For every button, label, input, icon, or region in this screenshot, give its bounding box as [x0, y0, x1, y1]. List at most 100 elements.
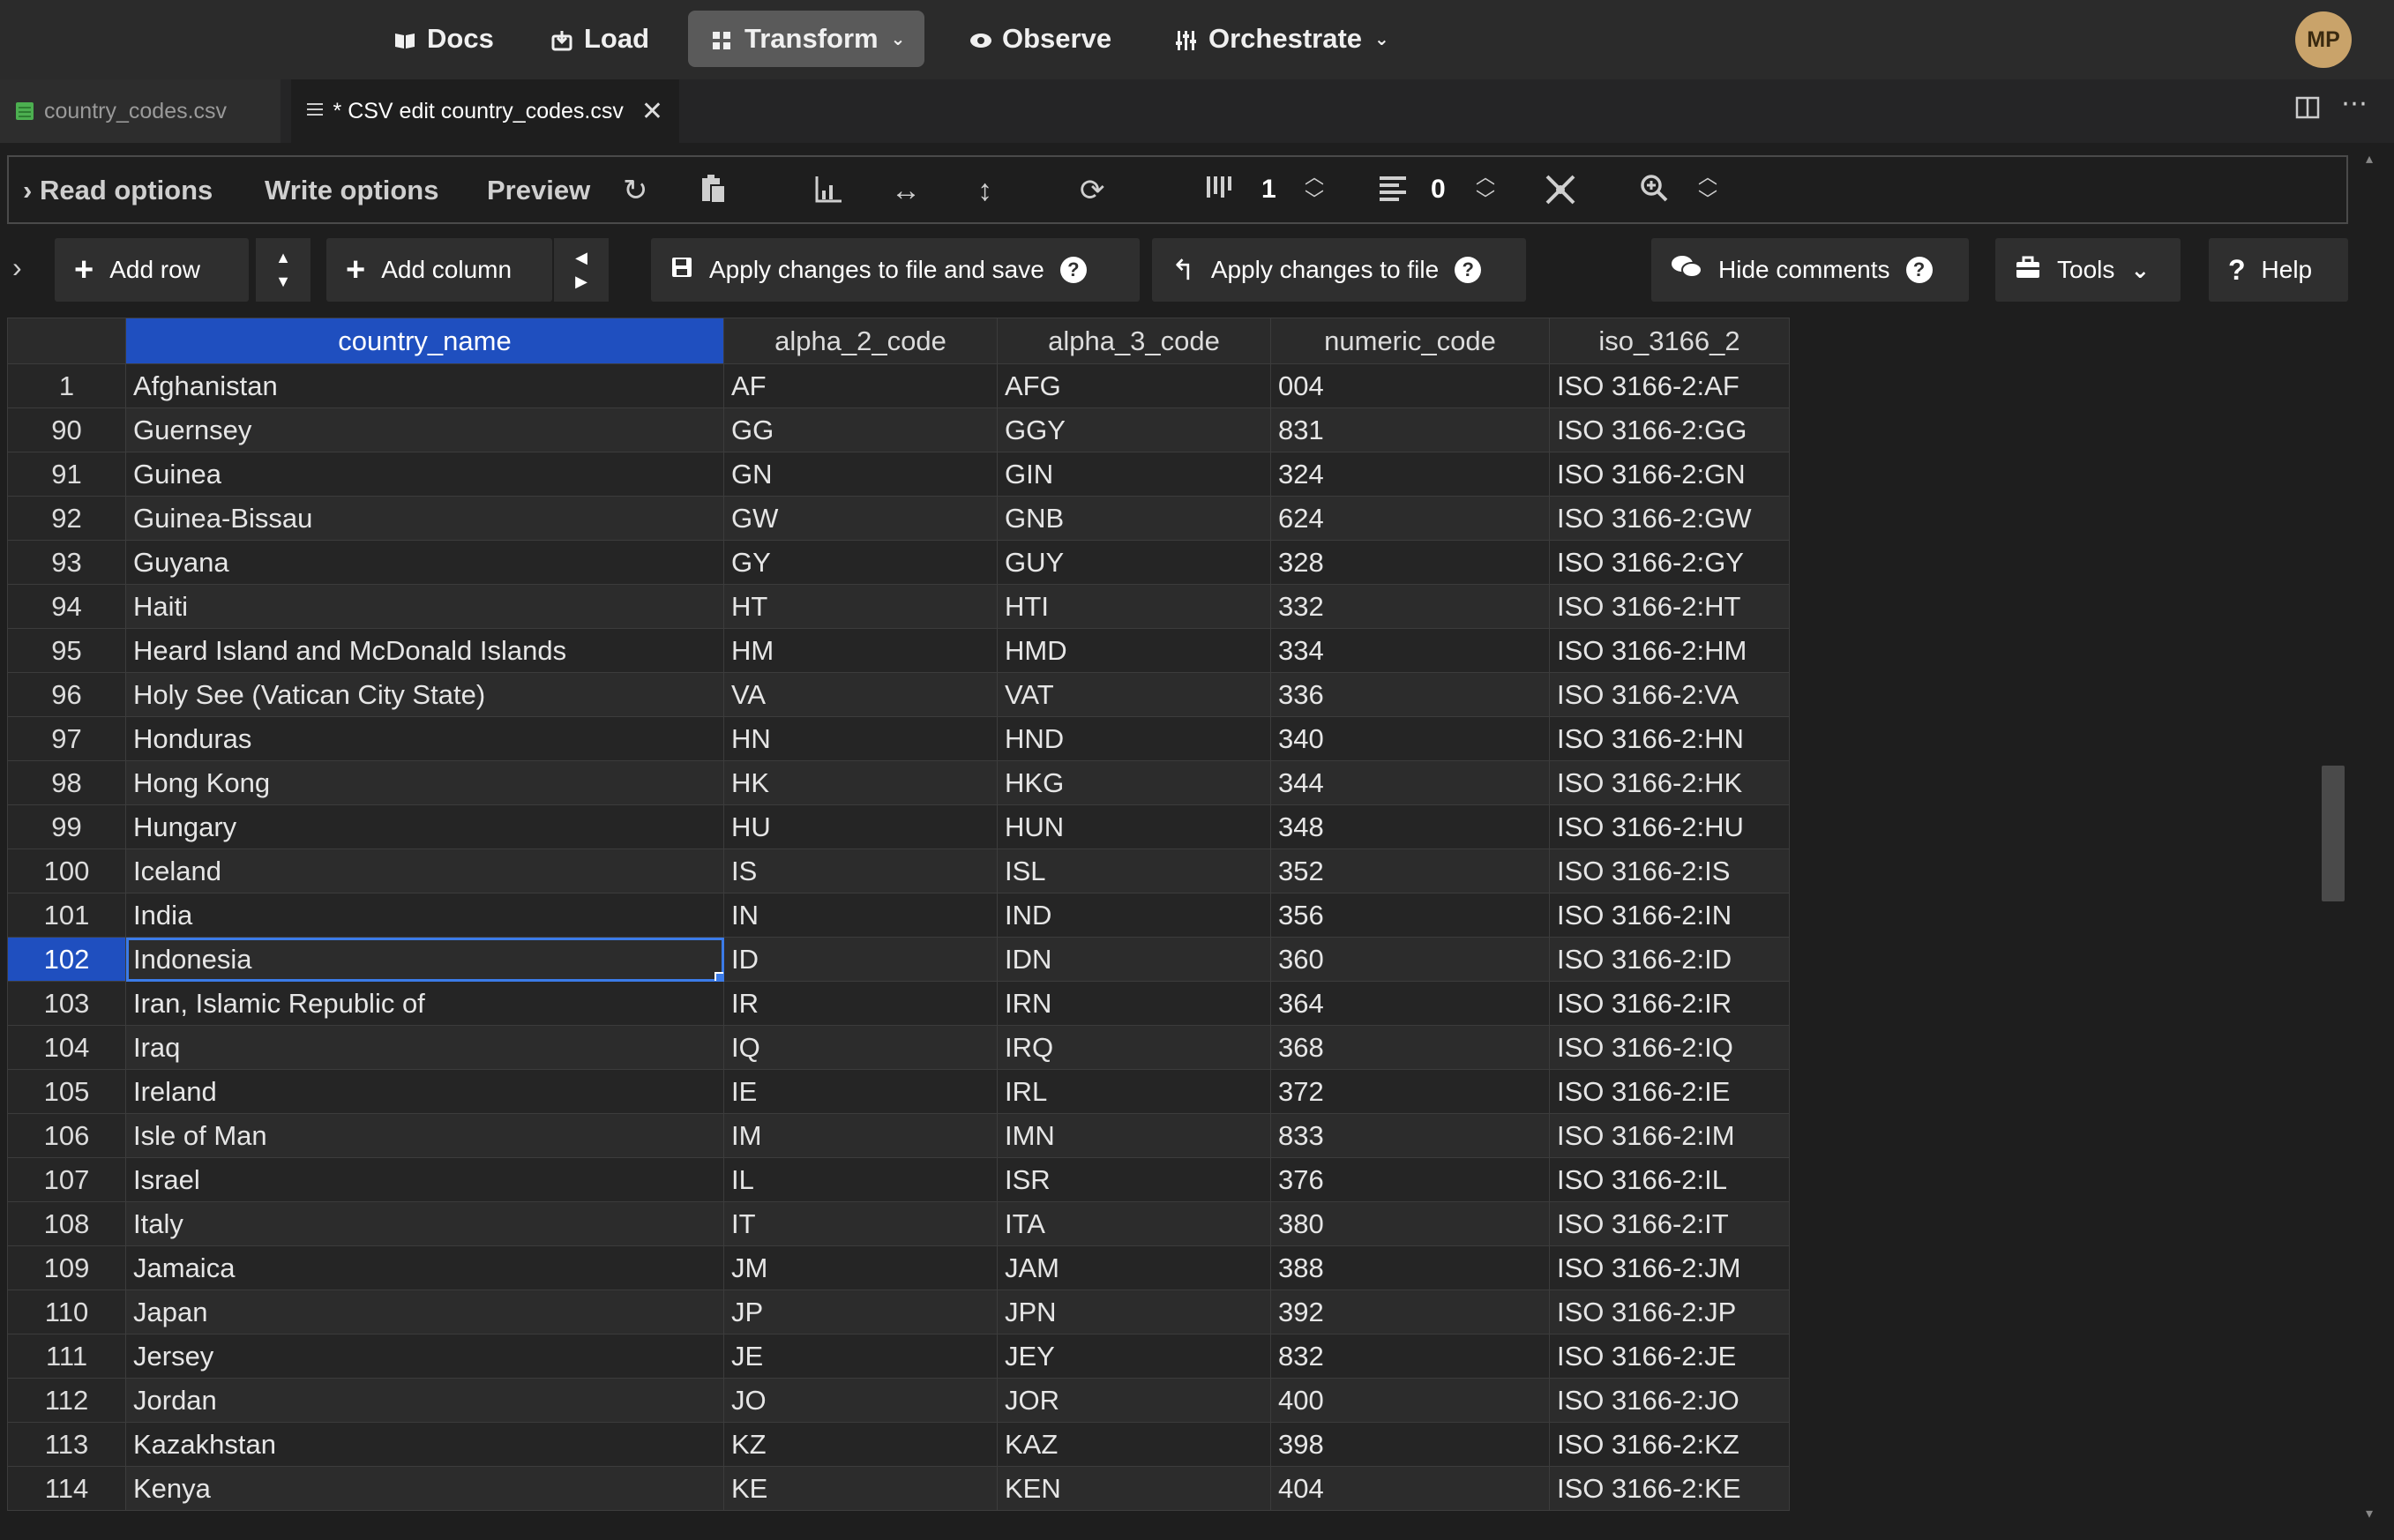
cell-iso-3166-2[interactable]: ISO 3166-2:IT [1549, 1201, 1790, 1246]
nav-transform[interactable]: Transform ⌄ [688, 11, 924, 67]
row-number[interactable]: 96 [7, 672, 126, 717]
row-number[interactable]: 92 [7, 496, 126, 541]
cell-country-name[interactable]: Kazakhstan [125, 1422, 724, 1467]
cell-alpha-3-code[interactable]: JOR [997, 1378, 1271, 1423]
column-header-alpha-2-code[interactable]: alpha_2_code [723, 318, 998, 364]
add-row-button[interactable]: + Add row [55, 238, 249, 302]
cell-alpha-2-code[interactable]: HM [723, 628, 998, 673]
cell-iso-3166-2[interactable]: ISO 3166-2:IE [1549, 1069, 1790, 1114]
cell-country-name[interactable]: Isle of Man [125, 1113, 724, 1158]
table-row[interactable]: 112 Jordan JO JOR 400 ISO 3166-2:JO [7, 1378, 1790, 1423]
cell-country-name[interactable]: Hong Kong [125, 760, 724, 805]
column-header-iso-3166-2[interactable]: iso_3166_2 [1549, 318, 1790, 364]
cell-iso-3166-2[interactable]: ISO 3166-2:GG [1549, 407, 1790, 452]
row-number[interactable]: 110 [7, 1290, 126, 1334]
column-header-alpha-3-code[interactable]: alpha_3_code [997, 318, 1271, 364]
table-row[interactable]: 99 Hungary HU HUN 348 ISO 3166-2:HU [7, 804, 1790, 849]
cell-iso-3166-2[interactable]: ISO 3166-2:JO [1549, 1378, 1790, 1423]
row-number[interactable]: 95 [7, 628, 126, 673]
cell-alpha-2-code[interactable]: HN [723, 716, 998, 761]
cell-country-name[interactable]: Jamaica [125, 1245, 724, 1290]
close-icon[interactable]: ✕ [641, 96, 663, 127]
cell-alpha-2-code[interactable]: AF [723, 363, 998, 408]
row-number[interactable]: 109 [7, 1245, 126, 1290]
table-row[interactable]: 106 Isle of Man IM IMN 833 ISO 3166-2:IM [7, 1113, 1790, 1158]
cell-country-name[interactable]: Guinea-Bissau [125, 496, 724, 541]
cell-iso-3166-2[interactable]: ISO 3166-2:IR [1549, 981, 1790, 1026]
row-number[interactable]: 98 [7, 760, 126, 805]
editor-scrollbar[interactable]: ▴ ▾ [2366, 150, 2382, 1526]
cell-iso-3166-2[interactable]: ISO 3166-2:HN [1549, 716, 1790, 761]
cell-country-name[interactable]: Kenya [125, 1466, 724, 1511]
help-circle-icon[interactable]: ? [1905, 257, 1933, 283]
table-row[interactable]: 91 Guinea GN GIN 324 ISO 3166-2:GN [7, 452, 1790, 497]
row-number[interactable]: 112 [7, 1378, 126, 1423]
clipboard-icon[interactable] [699, 173, 727, 213]
cell-numeric-code[interactable]: 372 [1270, 1069, 1550, 1114]
table-row[interactable]: 109 Jamaica JM JAM 388 ISO 3166-2:JM [7, 1245, 1790, 1290]
cell-numeric-code[interactable]: 340 [1270, 716, 1550, 761]
cell-numeric-code[interactable]: 356 [1270, 893, 1550, 938]
tab-country-codes-csv[interactable]: country_codes.csv [0, 79, 281, 143]
cell-alpha-3-code[interactable]: IRN [997, 981, 1271, 1026]
cell-alpha-2-code[interactable]: HT [723, 584, 998, 629]
cell-alpha-3-code[interactable]: IND [997, 893, 1271, 938]
scroll-down-icon[interactable]: ▾ [2366, 1505, 2373, 1522]
cell-numeric-code[interactable]: 832 [1270, 1334, 1550, 1379]
row-number[interactable]: 97 [7, 716, 126, 761]
cell-alpha-2-code[interactable]: HK [723, 760, 998, 805]
table-row[interactable]: 93 Guyana GY GUY 328 ISO 3166-2:GY [7, 540, 1790, 585]
row-number[interactable]: 111 [7, 1334, 126, 1379]
row-number[interactable]: 104 [7, 1025, 126, 1070]
cell-alpha-2-code[interactable]: ID [723, 937, 998, 982]
cell-iso-3166-2[interactable]: ISO 3166-2:JP [1549, 1290, 1790, 1334]
cell-iso-3166-2[interactable]: ISO 3166-2:GN [1549, 452, 1790, 497]
cell-numeric-code[interactable]: 392 [1270, 1290, 1550, 1334]
cell-country-name[interactable]: Iraq [125, 1025, 724, 1070]
cell-numeric-code[interactable]: 334 [1270, 628, 1550, 673]
cell-numeric-code[interactable]: 328 [1270, 540, 1550, 585]
cell-alpha-2-code[interactable]: HU [723, 804, 998, 849]
cell-country-name[interactable]: Guinea [125, 452, 724, 497]
cell-numeric-code[interactable]: 400 [1270, 1378, 1550, 1423]
cell-iso-3166-2[interactable]: ISO 3166-2:HT [1549, 584, 1790, 629]
cell-numeric-code[interactable]: 831 [1270, 407, 1550, 452]
cell-alpha-3-code[interactable]: HMD [997, 628, 1271, 673]
cell-alpha-3-code[interactable]: HND [997, 716, 1271, 761]
row-number[interactable]: 103 [7, 981, 126, 1026]
cell-country-name[interactable]: Japan [125, 1290, 724, 1334]
cell-iso-3166-2[interactable]: ISO 3166-2:IS [1549, 848, 1790, 893]
row-number[interactable]: 113 [7, 1422, 126, 1467]
cell-alpha-3-code[interactable]: IRQ [997, 1025, 1271, 1070]
row-number[interactable]: 105 [7, 1069, 126, 1114]
cell-numeric-code[interactable]: 624 [1270, 496, 1550, 541]
table-row[interactable]: 97 Honduras HN HND 340 ISO 3166-2:HN [7, 716, 1790, 761]
cell-alpha-2-code[interactable]: IM [723, 1113, 998, 1158]
cell-iso-3166-2[interactable]: ISO 3166-2:IQ [1549, 1025, 1790, 1070]
help-button[interactable]: ? Help [2209, 238, 2348, 302]
apply-changes-and-save-button[interactable]: Apply changes to file and save ? [651, 238, 1140, 302]
cell-alpha-2-code[interactable]: JP [723, 1290, 998, 1334]
cell-iso-3166-2[interactable]: ISO 3166-2:JM [1549, 1245, 1790, 1290]
cell-alpha-3-code[interactable]: ISR [997, 1157, 1271, 1202]
cell-country-name[interactable]: Honduras [125, 716, 724, 761]
cell-alpha-2-code[interactable]: IR [723, 981, 998, 1026]
row-number[interactable]: 91 [7, 452, 126, 497]
table-row[interactable]: 102 Indonesia ID IDN 360 ISO 3166-2:ID [7, 937, 1790, 982]
add-row-position-stepper[interactable]: ▲ ▼ [256, 238, 310, 302]
write-options-toggle[interactable]: Write options [265, 175, 438, 206]
cell-country-name[interactable]: Iran, Islamic Republic of [125, 981, 724, 1026]
cell-numeric-code[interactable]: 344 [1270, 760, 1550, 805]
row-number[interactable]: 101 [7, 893, 126, 938]
grid-scrollbar-thumb[interactable] [2322, 766, 2345, 901]
nav-observe[interactable]: Observe [946, 11, 1134, 67]
table-row[interactable]: 96 Holy See (Vatican City State) VA VAT 336 I… [7, 672, 1790, 717]
cell-alpha-3-code[interactable]: ISL [997, 848, 1271, 893]
cell-numeric-code[interactable]: 404 [1270, 1466, 1550, 1511]
expand-vertical-icon[interactable]: ↕ [977, 173, 992, 208]
cell-country-name[interactable]: Jordan [125, 1378, 724, 1423]
cell-alpha-3-code[interactable]: GGY [997, 407, 1271, 452]
add-column-button[interactable]: + Add column [326, 238, 552, 302]
table-row[interactable]: 1 Afghanistan AF AFG 004 ISO 3166-2:AF [7, 363, 1790, 408]
table-row[interactable]: 104 Iraq IQ IRQ 368 ISO 3166-2:IQ [7, 1025, 1790, 1070]
